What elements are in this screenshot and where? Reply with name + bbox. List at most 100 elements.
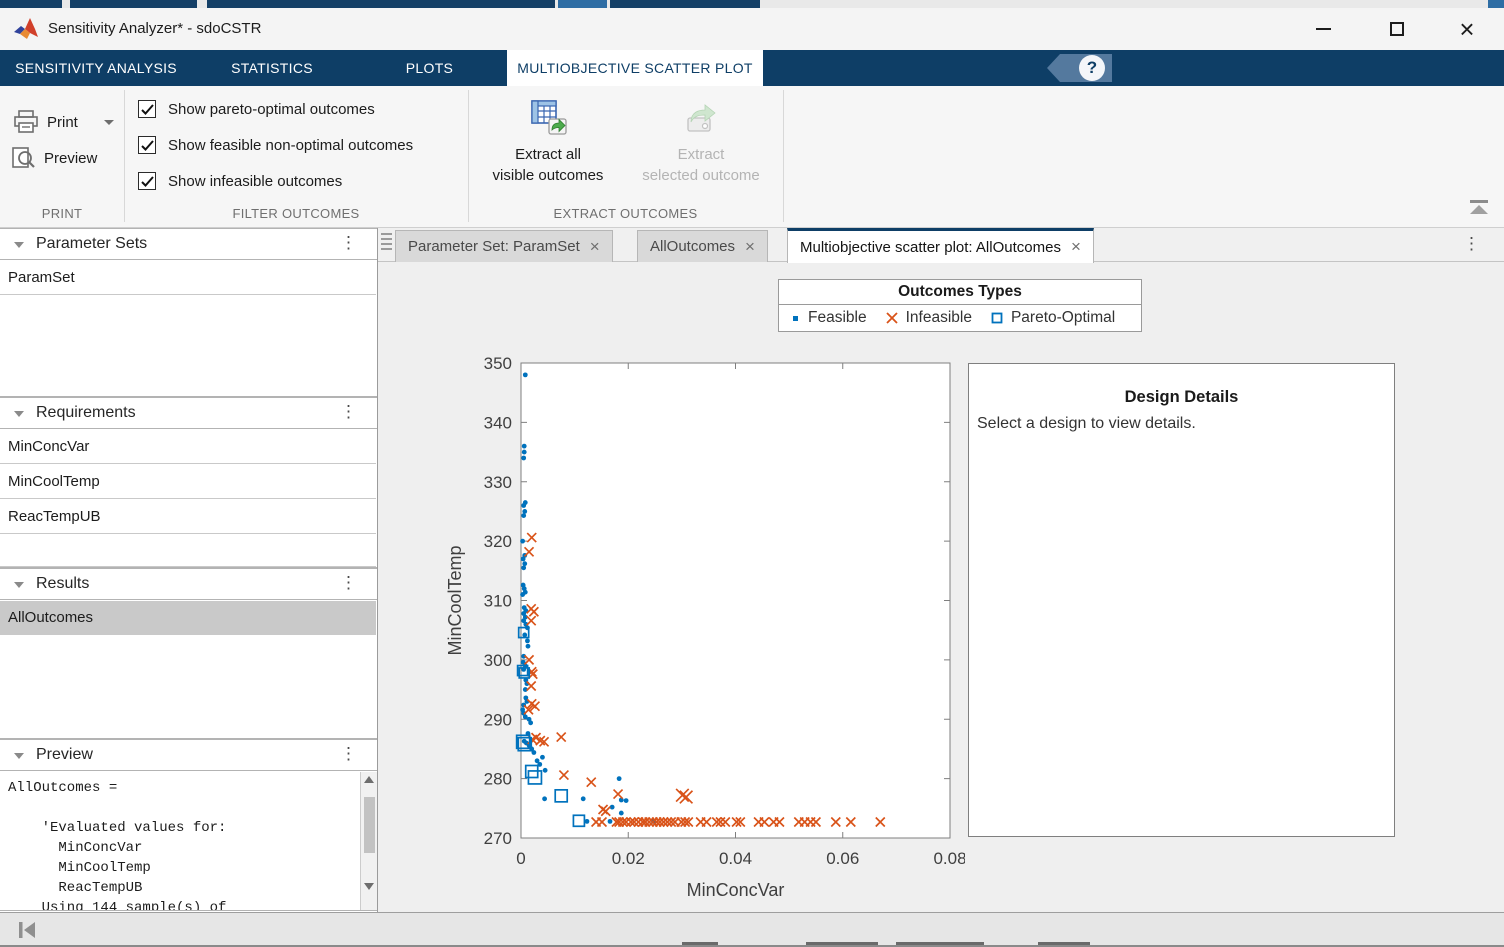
ribbon-tab-plots[interactable]: PLOTS bbox=[352, 50, 507, 86]
kebab-menu-icon[interactable]: ⋮ bbox=[340, 402, 357, 422]
svg-text:0.02: 0.02 bbox=[612, 849, 645, 868]
ribbon-tab-statistics[interactable]: STATISTICS bbox=[192, 50, 352, 86]
svg-text:340: 340 bbox=[484, 413, 512, 432]
collapse-ribbon-button[interactable] bbox=[1468, 200, 1490, 216]
preview-scrollbar[interactable] bbox=[360, 772, 377, 910]
panel-grip-icon[interactable] bbox=[381, 233, 392, 253]
tab-close-icon[interactable]: × bbox=[1071, 237, 1081, 257]
close-button[interactable]: × bbox=[1444, 14, 1490, 44]
empty-row bbox=[0, 535, 376, 567]
ribbon-tab-sensitivity-analysis[interactable]: SENSITIVITY ANALYSIS bbox=[0, 50, 192, 86]
svg-text:280: 280 bbox=[484, 770, 512, 789]
help-question-icon: ? bbox=[1079, 55, 1105, 81]
ribbon-tab-bar: SENSITIVITY ANALYSIS STATISTICS PLOTS MU… bbox=[0, 50, 1504, 86]
kebab-menu-icon[interactable]: ⋮ bbox=[340, 744, 357, 764]
scroll-down-icon[interactable] bbox=[364, 883, 374, 890]
bottom-status-bar bbox=[0, 912, 1504, 945]
checkbox-checked-icon bbox=[138, 100, 156, 118]
scroll-up-icon[interactable] bbox=[364, 776, 374, 783]
extract-table-icon bbox=[531, 100, 567, 135]
clipped-text-artifact bbox=[1038, 942, 1090, 945]
clipped-text-artifact bbox=[806, 942, 878, 945]
kebab-menu-icon[interactable]: ⋮ bbox=[340, 573, 357, 593]
checkbox-checked-icon bbox=[138, 172, 156, 190]
print-button[interactable]: Print bbox=[13, 110, 114, 134]
checkbox-show-pareto-optimal[interactable]: Show pareto-optimal outcomes bbox=[138, 100, 375, 118]
tab-close-icon[interactable]: × bbox=[745, 237, 755, 257]
list-item-minconcvar[interactable]: MinConcVar bbox=[0, 430, 376, 464]
legend-entry-pareto-optimal[interactable]: Pareto-Optimal bbox=[990, 309, 1115, 327]
extract-all-visible-outcomes-button[interactable]: Extract all visible outcomes bbox=[482, 98, 614, 186]
close-icon: × bbox=[1459, 13, 1475, 44]
window-title: Sensitivity Analyzer* - sdoCSTR bbox=[48, 20, 262, 37]
svg-text:MinCoolTemp: MinCoolTemp bbox=[445, 545, 465, 655]
maximize-button[interactable] bbox=[1374, 14, 1420, 44]
doc-tab-alloutcomes[interactable]: AllOutcomes × bbox=[637, 230, 768, 262]
kebab-menu-icon[interactable]: ⋮ bbox=[340, 233, 357, 253]
svg-text:0.08: 0.08 bbox=[933, 849, 965, 868]
tab-bar-kebab-icon[interactable]: ⋮ bbox=[1463, 234, 1480, 254]
preview-text: AllOutcomes = 'Evaluated values for: Min… bbox=[8, 780, 227, 911]
list-item-alloutcomes-selected[interactable]: AllOutcomes bbox=[0, 601, 376, 635]
parameter-sets-list: ParamSet bbox=[0, 261, 377, 397]
chevron-down-icon bbox=[14, 753, 24, 759]
print-preview-icon bbox=[12, 147, 35, 168]
svg-text:0: 0 bbox=[516, 849, 525, 868]
sensitivity-analyzer-window: Sensitivity Analyzer* - sdoCSTR × SENSIT… bbox=[0, 0, 1504, 947]
section-divider bbox=[468, 90, 469, 222]
print-section-label: PRINT bbox=[41, 206, 83, 221]
requirements-list: MinConcVar MinCoolTemp ReacTempUB bbox=[0, 430, 377, 568]
list-item-mincooltemp[interactable]: MinCoolTemp bbox=[0, 465, 376, 499]
preview-pane: AllOutcomes = 'Evaluated values for: Min… bbox=[0, 772, 377, 911]
collapse-ribbon-icon bbox=[1470, 200, 1488, 203]
scatter-plot[interactable]: 0 0.02 0.04 0.06 0.08 270 280 290 300 310 320 330 34… bbox=[420, 280, 965, 905]
list-item-reactempub[interactable]: ReacTempUB bbox=[0, 500, 376, 534]
svg-text:MinConcVar: MinConcVar bbox=[687, 880, 785, 900]
pareto-square-icon bbox=[991, 312, 1003, 324]
title-bar: Sensitivity Analyzer* - sdoCSTR × bbox=[0, 8, 1504, 50]
doc-tab-parameter-set[interactable]: Parameter Set: ParamSet × bbox=[395, 230, 613, 262]
doc-tab-multiobjective-scatter-plot[interactable]: Multiobjective scatter plot: AllOutcomes… bbox=[787, 228, 1094, 263]
chevron-down-icon bbox=[14, 242, 24, 248]
minimize-icon bbox=[1315, 28, 1331, 30]
section-divider bbox=[783, 90, 784, 222]
print-dropdown-caret-icon bbox=[103, 119, 114, 125]
skip-to-start-icon[interactable] bbox=[16, 919, 38, 941]
design-details-panel: Design Details Select a design to view d… bbox=[968, 363, 1395, 837]
ribbon-tab-multiobjective-scatter-plot[interactable]: MULTIOBJECTIVE SCATTER PLOT bbox=[507, 50, 763, 86]
svg-text:320: 320 bbox=[484, 532, 512, 551]
printer-icon bbox=[14, 110, 38, 133]
document-tab-bar: Parameter Set: ParamSet × AllOutcomes × … bbox=[378, 228, 1504, 263]
filter-outcomes-section-label: FILTER OUTCOMES bbox=[232, 206, 360, 221]
svg-text:290: 290 bbox=[484, 710, 512, 729]
ribbon-toolbar: Print Preview PRINT Show pareto-optimal … bbox=[0, 86, 1504, 228]
svg-text:350: 350 bbox=[484, 354, 512, 373]
extract-outcomes-section-label: EXTRACT OUTCOMES bbox=[553, 206, 698, 221]
svg-text:300: 300 bbox=[484, 651, 512, 670]
help-button[interactable]: ? bbox=[1047, 54, 1112, 82]
maximize-icon bbox=[1390, 22, 1404, 36]
chevron-down-icon bbox=[14, 411, 24, 417]
design-details-body: Select a design to view details. bbox=[977, 415, 1196, 432]
panel-header-parameter-sets[interactable]: Parameter Sets ⋮ bbox=[0, 228, 377, 260]
clipped-text-artifact bbox=[682, 942, 718, 945]
panel-header-results[interactable]: Results ⋮ bbox=[0, 568, 377, 600]
results-list: AllOutcomes bbox=[0, 601, 377, 739]
design-details-title: Design Details bbox=[1124, 388, 1239, 406]
svg-text:270: 270 bbox=[484, 829, 512, 848]
svg-text:330: 330 bbox=[484, 473, 512, 492]
clipped-text-artifact bbox=[896, 942, 984, 945]
checkbox-show-feasible-non-optimal[interactable]: Show feasible non-optimal outcomes bbox=[138, 136, 413, 154]
checkbox-show-infeasible[interactable]: Show infeasible outcomes bbox=[138, 172, 342, 190]
scroll-thumb[interactable] bbox=[363, 797, 375, 853]
matlab-logo-icon bbox=[14, 18, 38, 39]
extract-selected-icon-disabled bbox=[687, 104, 716, 132]
print-preview-button[interactable]: Preview bbox=[10, 146, 97, 170]
svg-text:310: 310 bbox=[484, 592, 512, 611]
top-edge-artifact bbox=[0, 0, 1504, 8]
list-item-paramset[interactable]: ParamSet bbox=[0, 261, 376, 295]
minimize-button[interactable] bbox=[1300, 14, 1346, 44]
panel-header-preview[interactable]: Preview ⋮ bbox=[0, 739, 377, 771]
tab-close-icon[interactable]: × bbox=[590, 237, 600, 257]
panel-header-requirements[interactable]: Requirements ⋮ bbox=[0, 397, 377, 429]
